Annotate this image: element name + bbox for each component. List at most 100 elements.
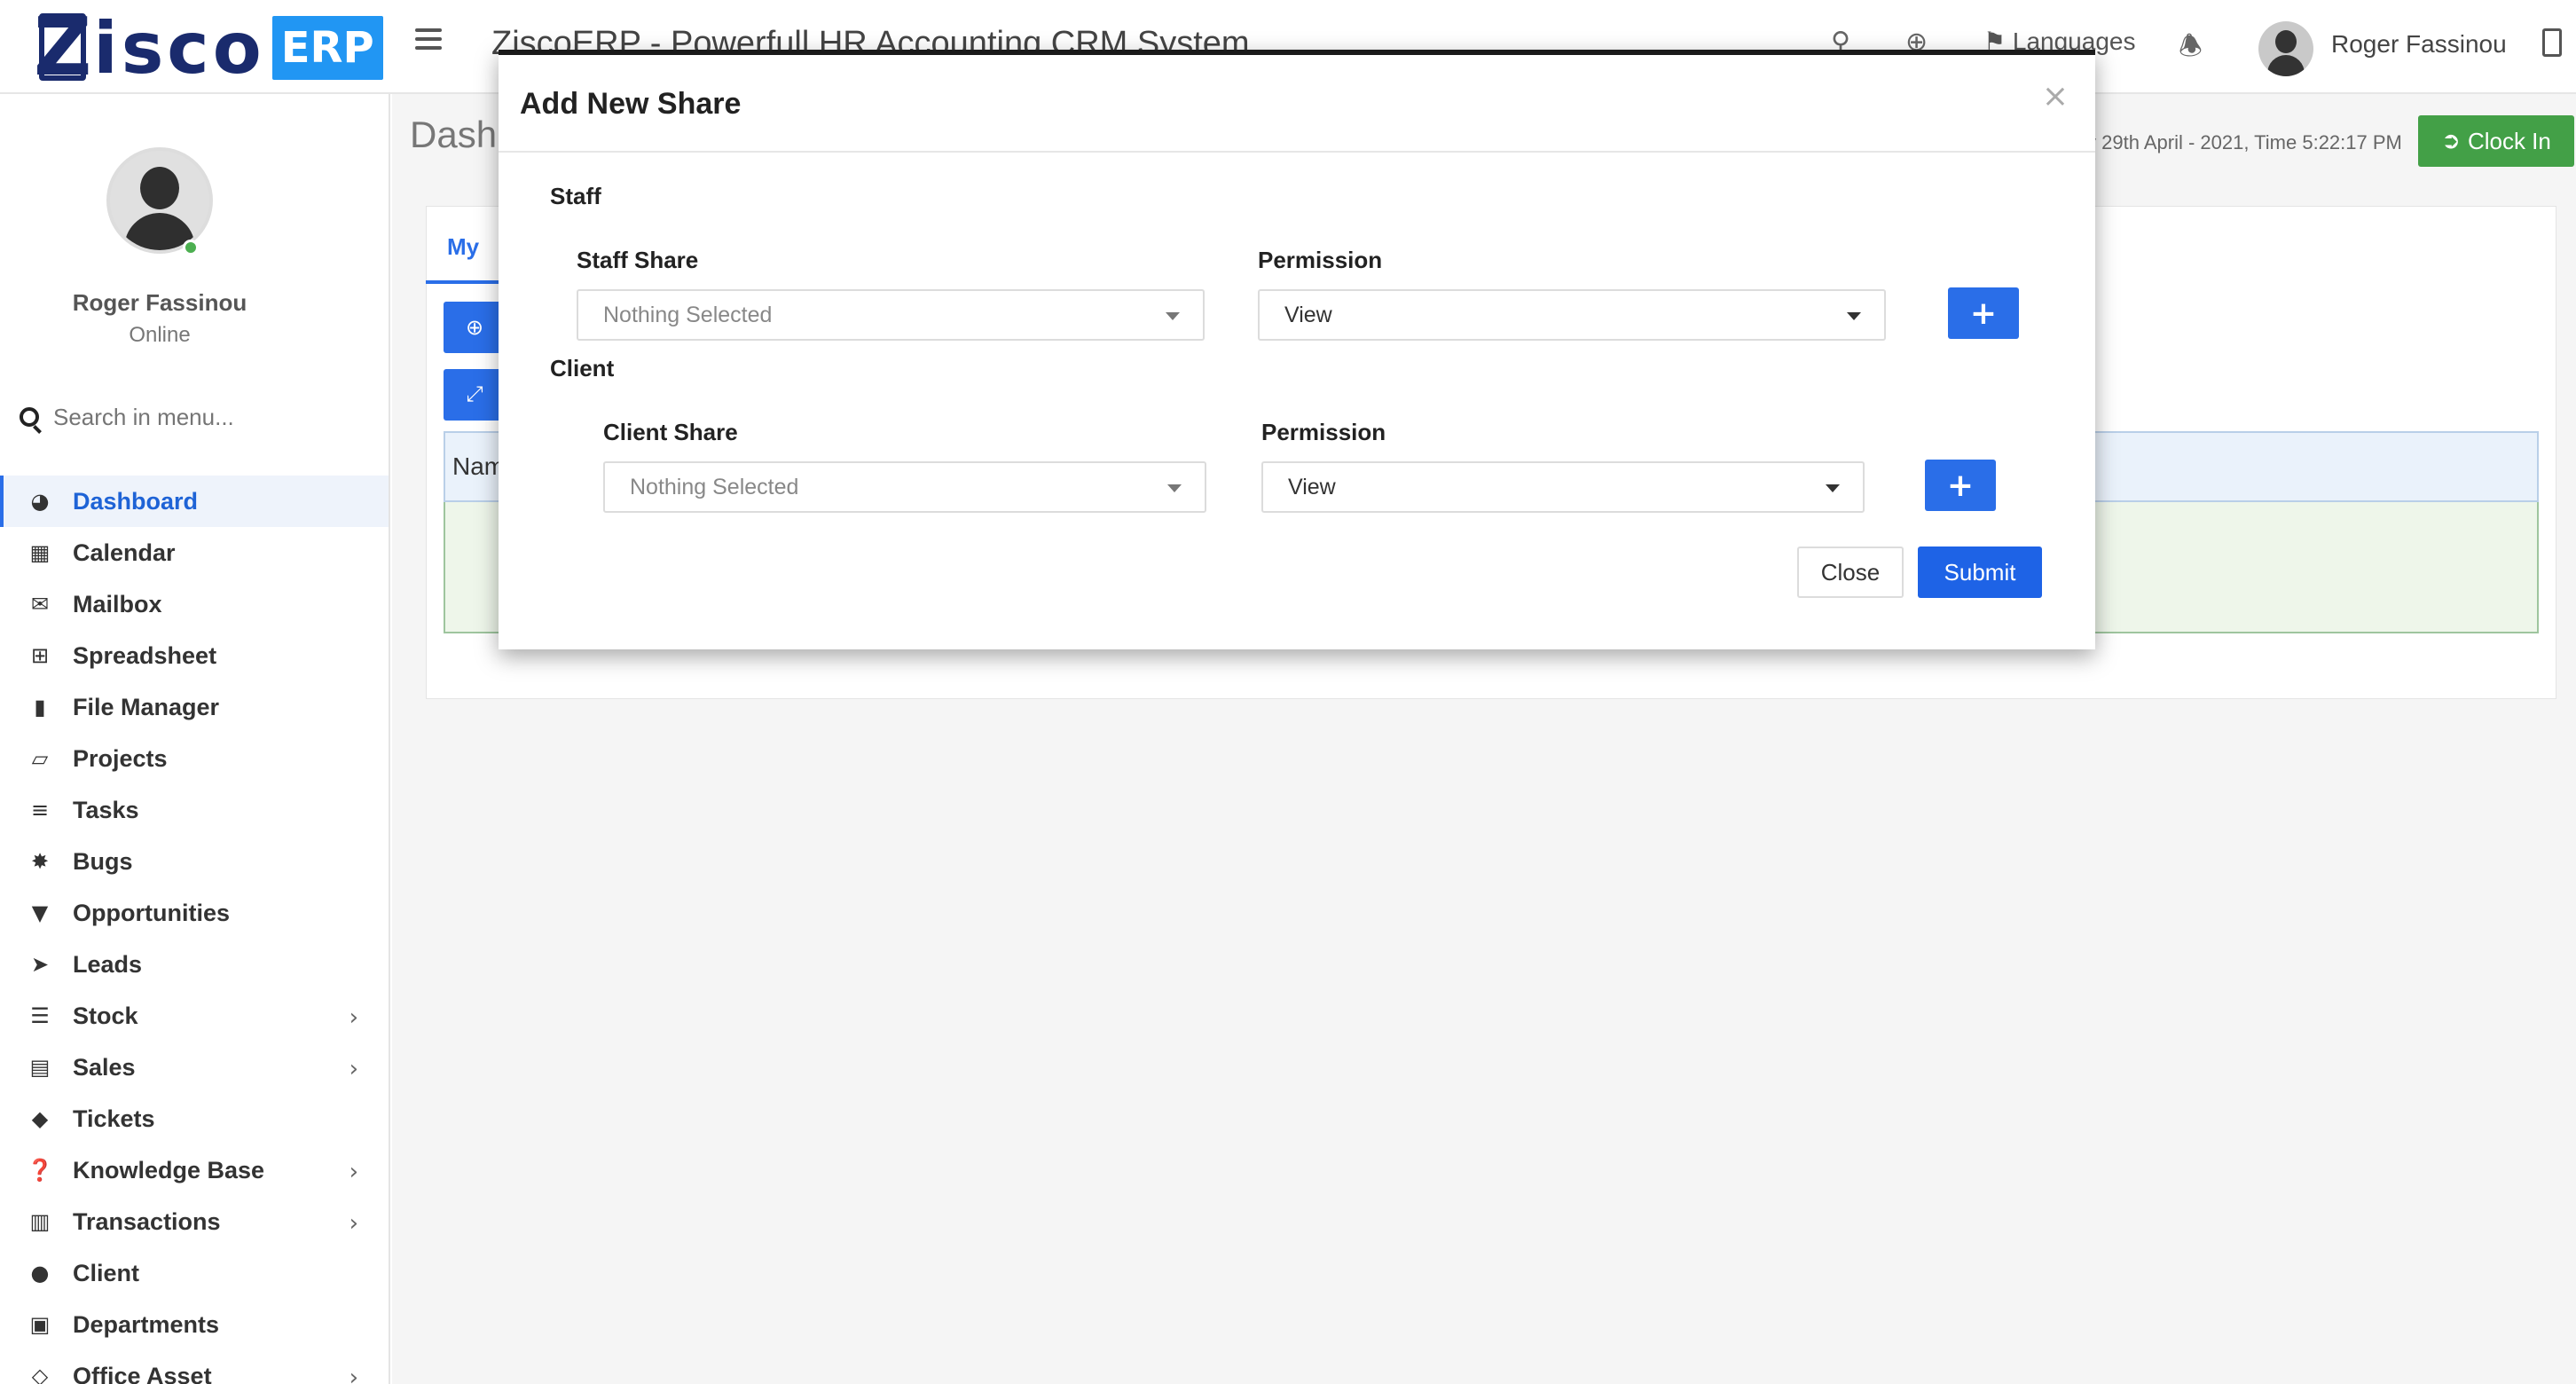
- logout-icon[interactable]: [2542, 28, 2562, 57]
- dashboard-icon: ◕: [30, 489, 50, 514]
- sidebar-item-label: Sales: [73, 1053, 136, 1081]
- sidebar-item-transactions[interactable]: ▥ Transactions ›: [0, 1196, 389, 1247]
- sidebar-item-sales[interactable]: ▤ Sales ›: [0, 1042, 389, 1093]
- user-name[interactable]: Roger Fassinou: [2331, 30, 2507, 59]
- submit-button[interactable]: Submit: [1918, 547, 2042, 598]
- caret-down-icon: [1166, 312, 1180, 320]
- chevron-right-icon: ›: [349, 1210, 358, 1237]
- add-staff-button[interactable]: +: [1948, 287, 2019, 339]
- clock-in-button[interactable]: ➲ Clock In: [2418, 115, 2574, 167]
- page-title: Dash: [410, 114, 498, 155]
- lock-icon: ▣: [29, 1312, 51, 1337]
- sidebar-item-client[interactable]: ● Client: [0, 1247, 389, 1299]
- sidebar-search-input[interactable]: [53, 403, 355, 431]
- cart-icon: ▤: [29, 1055, 51, 1080]
- spreadsheet-icon: ⊞: [30, 643, 50, 668]
- staff-section-label: Staff: [550, 183, 601, 209]
- tab-my[interactable]: My: [426, 213, 500, 284]
- app-logo[interactable]: Z isco ERP: [34, 1, 383, 94]
- profile-avatar: [106, 147, 213, 254]
- layers-icon: ☰: [30, 1003, 50, 1028]
- client-section-label: Client: [550, 355, 615, 381]
- sidebar-item-label: Projects: [73, 744, 168, 772]
- sidebar-item-file-manager[interactable]: ▮ File Manager: [0, 681, 389, 733]
- add-client-button[interactable]: +: [1925, 460, 1996, 511]
- client-share-select[interactable]: Nothing Selected: [603, 461, 1206, 513]
- sidebar-item-label: Transactions: [73, 1207, 221, 1235]
- expand-button-bg[interactable]: ⤢: [444, 369, 506, 421]
- close-button[interactable]: Close: [1797, 547, 1904, 598]
- sidebar-item-label: Mailbox: [73, 590, 162, 617]
- ticket-icon: ◆: [31, 1106, 49, 1131]
- sidebar-item-calendar[interactable]: ▦ Calendar: [0, 527, 389, 578]
- sidebar-item-label: Leads: [73, 950, 143, 978]
- asset-icon: ◇: [31, 1364, 49, 1384]
- staff-share-label: Staff Share: [577, 247, 699, 273]
- bell-icon[interactable]: 🕭: [2179, 27, 2203, 72]
- question-icon: ❓: [27, 1158, 53, 1183]
- sidebar-item-office-asset[interactable]: ◇ Office Asset ›: [0, 1350, 389, 1384]
- chevron-right-icon: ›: [349, 1159, 358, 1185]
- sidebar-item-bugs[interactable]: ✸ Bugs: [0, 836, 389, 887]
- sidebar-item-mailbox[interactable]: ✉ Mailbox: [0, 578, 389, 630]
- clock-in-label: Clock In: [2467, 127, 2551, 154]
- sidebar-item-label: Bugs: [73, 847, 133, 875]
- sign-in-icon: ➲: [2441, 128, 2461, 154]
- sidebar-item-leads[interactable]: ➤ Leads: [0, 939, 389, 990]
- sidebar-item-projects[interactable]: ▱ Projects: [0, 733, 389, 784]
- sidebar-item-label: Office Asset: [73, 1362, 212, 1384]
- sidebar-item-label: Departments: [73, 1310, 220, 1338]
- bug-icon: ✸: [30, 849, 50, 874]
- sidebar-menu: ◕ Dashboard ▦ Calendar ✉ Mailbox ⊞ Spreadsheet ▮…: [0, 476, 389, 1384]
- sidebar: Roger Fassinou Online ◕ Dashboard ▦ Calenda…: [0, 94, 390, 1384]
- search-icon: [20, 407, 39, 427]
- calendar-icon: ▦: [29, 540, 51, 565]
- sidebar-item-opportunities[interactable]: ▼ Opportunities: [0, 887, 389, 939]
- user-avatar[interactable]: [2258, 21, 2313, 76]
- logo-letter: Z: [34, 1, 92, 94]
- sidebar-item-label: Opportunities: [73, 899, 230, 926]
- table-header-name: Nam: [452, 452, 506, 480]
- sidebar-item-label: Dashboard: [73, 487, 199, 515]
- users-icon: ●: [30, 1261, 50, 1286]
- client-permission-select[interactable]: View: [1261, 461, 1865, 513]
- hamburger-menu-icon[interactable]: [415, 28, 442, 55]
- sidebar-item-label: Tickets: [73, 1105, 155, 1132]
- add-new-share-modal: Add New Share × Staff Staff Share Nothin…: [499, 50, 2095, 649]
- sidebar-item-label: Tasks: [73, 796, 139, 823]
- logo-text: isco: [93, 6, 265, 90]
- rocket-icon: ➤: [30, 952, 50, 977]
- sidebar-item-spreadsheet[interactable]: ⊞ Spreadsheet: [0, 630, 389, 681]
- modal-header: Add New Share ×: [499, 55, 2095, 153]
- plus-icon: +: [1969, 295, 1998, 332]
- sidebar-item-knowledge-base[interactable]: ❓ Knowledge Base ›: [0, 1144, 389, 1196]
- modal-title: Add New Share: [520, 87, 742, 121]
- sidebar-item-label: File Manager: [73, 693, 220, 720]
- sidebar-item-tickets[interactable]: ◆ Tickets: [0, 1093, 389, 1144]
- sidebar-search: [20, 399, 374, 435]
- client-permission-value: View: [1288, 474, 1336, 499]
- sidebar-item-tasks[interactable]: ≡ Tasks: [0, 784, 389, 836]
- client-share-value: Nothing Selected: [630, 474, 799, 499]
- folder-icon: ▱: [31, 746, 49, 771]
- logo-badge: ERP: [271, 16, 383, 80]
- plus-icon: +: [1946, 467, 1975, 504]
- sidebar-item-label: Knowledge Base: [73, 1156, 265, 1183]
- staff-permission-select[interactable]: View: [1258, 289, 1886, 341]
- staff-share-select[interactable]: Nothing Selected: [577, 289, 1205, 341]
- profile-status: Online: [129, 323, 191, 347]
- sidebar-item-label: Client: [73, 1259, 140, 1286]
- chevron-right-icon: ›: [349, 1004, 358, 1031]
- sidebar-item-dashboard[interactable]: ◕ Dashboard: [0, 476, 389, 527]
- chevron-right-icon: ›: [349, 1056, 358, 1082]
- building-icon: ▥: [29, 1209, 51, 1234]
- sidebar-item-label: Spreadsheet: [73, 641, 217, 669]
- close-icon[interactable]: ×: [2042, 78, 2069, 114]
- sidebar-item-stock[interactable]: ☰ Stock ›: [0, 990, 389, 1042]
- add-button-bg[interactable]: ⊕: [444, 302, 506, 353]
- staff-permission-label: Permission: [1258, 247, 1383, 273]
- sidebar-item-departments[interactable]: ▣ Departments: [0, 1299, 389, 1350]
- envelope-icon: ✉: [30, 592, 50, 617]
- caret-down-icon: [1167, 484, 1182, 492]
- staff-share-value: Nothing Selected: [603, 302, 773, 327]
